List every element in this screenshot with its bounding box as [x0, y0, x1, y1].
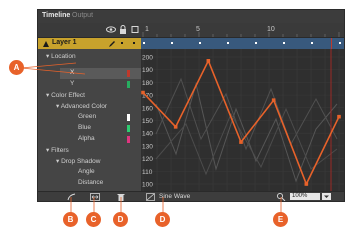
callout-d1: D — [113, 212, 128, 227]
keyframe-dot[interactable] — [311, 42, 313, 44]
property-list: ▾ Location X Y ▾ Color Effect ▾ Advanced… — [38, 49, 141, 191]
ease-preset-icon[interactable] — [146, 193, 155, 201]
keyframe-dot[interactable] — [227, 42, 229, 44]
tab-bar: Timeline Output — [38, 10, 344, 23]
trash-icon[interactable] — [117, 193, 125, 201]
curve-keyframe-point[interactable] — [206, 59, 211, 63]
filters-group[interactable]: ▾ Filters — [46, 146, 69, 154]
y-color-swatch — [127, 81, 130, 88]
green-color-swatch — [127, 114, 130, 121]
keyframe-dot[interactable] — [199, 42, 201, 44]
curve-keyframe-point[interactable] — [337, 114, 341, 119]
tab-timeline[interactable]: Timeline — [42, 12, 70, 19]
visible-dot[interactable] — [121, 42, 123, 44]
curve-keyframe-point[interactable] — [173, 125, 178, 129]
callout-c: C — [86, 212, 101, 227]
curve-keyframe-point[interactable] — [271, 98, 276, 102]
y-tick-label: 150 — [142, 118, 153, 125]
y-tick-label: 120 — [142, 156, 153, 163]
drop-shadow-group[interactable]: ▾ Drop Shadow — [56, 157, 100, 165]
layer-row[interactable]: Layer 1 — [38, 38, 141, 49]
graph-canvas[interactable]: 200190180170160150140130120110100 — [141, 49, 344, 191]
pencil-icon[interactable] — [108, 40, 116, 48]
property-alpha[interactable]: Alpha — [78, 135, 95, 142]
color-effect-group[interactable]: ▾ Color Effect — [46, 91, 85, 99]
zoom-dropdown[interactable] — [322, 193, 331, 200]
property-y[interactable]: Y — [70, 80, 74, 87]
ghost-curve-3 — [155, 107, 338, 176]
property-green[interactable]: Green — [78, 113, 96, 120]
y-tick-label: 100 — [142, 182, 153, 189]
property-angle[interactable]: Angle — [78, 168, 95, 175]
timeline-header: 1 5 10 — [38, 23, 344, 38]
chevron-down-icon — [324, 195, 329, 198]
y-tick-label: 110 — [142, 169, 153, 176]
zoom-icon[interactable] — [276, 192, 286, 202]
property-x[interactable]: X — [70, 69, 74, 76]
y-tick-label: 140 — [142, 131, 153, 138]
color-effect-group-label: Color Effect — [51, 92, 85, 99]
timeline-panel: Timeline Output 1 5 10 Layer 1 ▾ Locatio… — [37, 9, 345, 202]
blue-color-swatch — [127, 125, 130, 132]
alpha-color-swatch — [127, 136, 130, 143]
curve-keyframe-point[interactable] — [141, 90, 145, 95]
property-distance[interactable]: Distance — [78, 179, 103, 186]
y-tick-label: 160 — [142, 105, 153, 112]
curve-keyframe-point[interactable] — [304, 182, 309, 186]
lock-icon[interactable] — [118, 25, 128, 34]
lock-dot[interactable] — [133, 42, 135, 44]
advanced-color-group[interactable]: ▾ Advanced Color — [56, 102, 107, 110]
y-tick-label: 180 — [142, 80, 153, 87]
keyframe-dot[interactable] — [143, 42, 145, 44]
layer-icon — [43, 41, 49, 47]
playhead-line[interactable] — [331, 38, 332, 49]
fit-to-view-icon[interactable] — [90, 193, 100, 201]
keyframe-track[interactable] — [141, 38, 344, 49]
keyframe-dot[interactable] — [339, 42, 341, 44]
ease-preset-label[interactable]: Sine Wave — [159, 193, 190, 200]
add-anchor-icon[interactable] — [67, 193, 76, 201]
callout-a: A — [9, 60, 24, 75]
tab-output[interactable]: Output — [72, 12, 93, 19]
callout-d2: D — [155, 212, 170, 227]
callout-b: B — [63, 212, 78, 227]
keyframe-dot[interactable] — [171, 42, 173, 44]
frame-ruler-ticks — [142, 32, 340, 37]
callout-e: E — [273, 212, 288, 227]
filters-group-label: Filters — [51, 147, 69, 154]
property-blue[interactable]: Blue — [78, 124, 91, 131]
drop-shadow-group-label: Drop Shadow — [61, 158, 101, 165]
y-tick-label: 200 — [142, 55, 153, 62]
bottom-toolbar: Sine Wave 100% — [38, 191, 344, 202]
advanced-color-group-label: Advanced Color — [60, 103, 107, 110]
motion-editor-graph[interactable]: 200 190 180 170 160 150 140 130 120 110 100 — [141, 49, 344, 191]
layer-name: Layer 1 — [52, 39, 77, 46]
x-color-swatch — [127, 70, 130, 77]
ghost-curve-2 — [155, 77, 338, 151]
curve-keyframe-point[interactable] — [239, 140, 243, 144]
keyframe-dot[interactable] — [255, 42, 257, 44]
zoom-input[interactable]: 100% — [290, 193, 320, 200]
outline-icon[interactable] — [130, 25, 140, 34]
y-tick-label: 190 — [142, 67, 153, 74]
location-group-label: Location — [51, 53, 76, 60]
location-group[interactable]: ▾ Location — [46, 52, 76, 60]
keyframe-dot[interactable] — [283, 42, 285, 44]
eye-icon[interactable] — [106, 25, 116, 34]
y-tick-label: 130 — [142, 143, 153, 150]
